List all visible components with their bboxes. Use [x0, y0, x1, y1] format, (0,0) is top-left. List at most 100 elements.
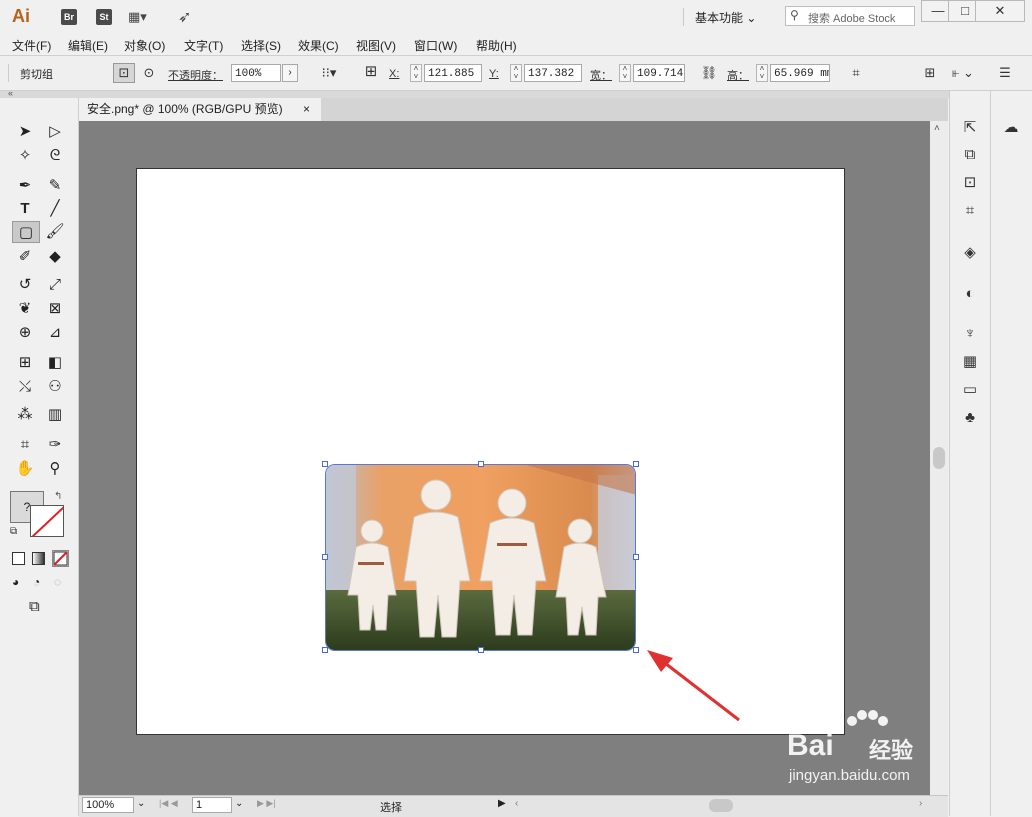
y-stepper[interactable]: ˄ ˅ [510, 64, 522, 82]
vertical-scroll-thumb[interactable] [933, 447, 945, 469]
magic-wand-icon[interactable]: ✧ [13, 145, 37, 167]
menu-type[interactable]: 文字(T) [184, 37, 223, 54]
ai-logo-icon[interactable]: Ai [12, 6, 30, 27]
vertical-scrollbar[interactable]: ˄ [930, 121, 948, 795]
document-tab[interactable]: 安全.png* @ 100% (RGB/GPU 预览) × [79, 98, 321, 121]
screen-mode-icon[interactable]: ⧉ [29, 598, 40, 615]
bbox-handle-mr[interactable] [633, 554, 639, 560]
gpu-performance-icon[interactable]: ➶ [178, 7, 191, 27]
direct-select-icon[interactable]: ▷ [43, 121, 67, 143]
isolate-icon[interactable]: ⊞ [920, 64, 940, 82]
x-stepper[interactable]: ˄ ˅ [410, 64, 422, 82]
zoom-field[interactable]: 100% [82, 797, 134, 813]
artboard-dropdown-icon[interactable]: ⌄ [235, 798, 243, 809]
artboard-icon[interactable]: ⌗ [13, 434, 37, 456]
scroll-left-icon[interactable]: ‹ [515, 798, 518, 809]
arrange-documents-icon[interactable]: ▦▾ [128, 9, 154, 25]
h-stepper[interactable]: ˄ ˅ [756, 64, 768, 82]
close-tab-icon[interactable]: × [303, 98, 310, 121]
bbox-handle-bl[interactable] [322, 647, 328, 653]
chevron-right-icon[interactable]: › [282, 64, 298, 82]
warp-icon[interactable]: ❦ [13, 298, 37, 320]
line-icon[interactable]: ╱ [43, 198, 67, 220]
menu-effect[interactable]: 效果(C) [298, 37, 339, 54]
transform-icon[interactable]: ⌗ [845, 64, 867, 82]
creative-cloud-libraries-icon[interactable]: ☁ [1001, 118, 1021, 138]
status-menu-icon[interactable]: ▶ [498, 798, 506, 809]
menu-object[interactable]: 对象(O) [124, 37, 165, 54]
free-transform-icon[interactable]: ⊠ [43, 298, 67, 320]
zoom-dropdown-icon[interactable]: ⌄ [137, 798, 145, 809]
bbox-handle-tc[interactable] [478, 461, 484, 467]
gradient-icon[interactable]: ◧ [43, 352, 67, 374]
bbox-handle-tr[interactable] [633, 461, 639, 467]
w-field[interactable]: 109.714 m [633, 64, 685, 82]
horizontal-scroll-thumb[interactable] [709, 799, 733, 812]
type-icon[interactable]: T [13, 198, 37, 220]
mesh-icon[interactable]: ⊞ [13, 352, 37, 374]
slice-icon[interactable]: ✑ [43, 434, 67, 456]
perspective-icon[interactable]: ⊿ [43, 322, 67, 344]
brush-icon[interactable]: 🖌 [43, 221, 67, 243]
opacity-field[interactable]: 100% [231, 64, 281, 82]
edit-contents-icon[interactable]: ⊙ [139, 64, 159, 82]
draw-normal-icon[interactable]: ◕ [12, 575, 19, 589]
rectangle-icon[interactable]: ▢ [12, 221, 40, 243]
stock-icon[interactable]: St [96, 9, 112, 25]
draw-inside-icon[interactable]: ◌ [54, 575, 61, 589]
asset-export-icon[interactable]: ⊡ [960, 173, 980, 193]
bbox-handle-tl[interactable] [322, 461, 328, 467]
eraser-icon[interactable]: ◆ [43, 246, 67, 268]
swatches-icon[interactable]: ▦ [960, 352, 980, 372]
shaper-icon[interactable]: ✐ [13, 246, 37, 268]
control-menu-icon[interactable]: ☰ [995, 64, 1015, 82]
bbox-handle-ml[interactable] [322, 554, 328, 560]
draw-behind-icon[interactable]: ◔ [33, 575, 40, 589]
graph-icon[interactable]: ▥ [43, 404, 67, 426]
edit-clipping-path-icon[interactable]: ⊡ [113, 63, 135, 83]
none-mode-icon[interactable] [52, 550, 69, 567]
x-field[interactable]: 121.885 m [424, 64, 482, 82]
reference-point-icon[interactable]: ⊞ [360, 63, 382, 81]
bridge-icon[interactable]: Br [61, 9, 77, 25]
shape-builder-icon[interactable]: ⊕ [13, 322, 37, 344]
hand-icon[interactable]: ✋ [13, 458, 37, 480]
clipped-image[interactable] [325, 464, 636, 651]
y-field[interactable]: 137.382 m [524, 64, 582, 82]
constrain-link-icon[interactable]: ⛓ [698, 64, 720, 82]
pen-icon[interactable]: ✒ [13, 175, 37, 197]
appearance-icon[interactable]: ◐ [960, 284, 980, 304]
menu-select[interactable]: 选择(S) [241, 37, 281, 54]
scroll-up-icon[interactable]: ˄ [934, 123, 940, 134]
menu-help[interactable]: 帮助(H) [476, 37, 517, 54]
gradient-mode-icon[interactable] [32, 552, 45, 565]
align-options-icon[interactable]: ⫦ ⌄ [946, 64, 980, 82]
menu-window[interactable]: 窗口(W) [414, 37, 457, 54]
workspace-switcher[interactable]: 基本功能 ⌄ [695, 9, 756, 26]
lasso-icon[interactable]: ᘓ [43, 145, 67, 167]
menu-file[interactable]: 文件(F) [12, 37, 51, 54]
symbol-sprayer-icon[interactable]: ⁂ [13, 404, 37, 426]
collapse-left-icon[interactable]: « [8, 88, 13, 98]
blend-icon[interactable]: ⚇ [43, 376, 67, 398]
align-dropdown-icon[interactable]: ⁝⁝▾ [316, 64, 342, 82]
h-field[interactable]: 65.969 mm [770, 64, 830, 82]
color-mode-icon[interactable] [12, 552, 25, 565]
transform-panel-icon[interactable]: ⌗ [960, 201, 980, 221]
scroll-right-icon[interactable]: › [919, 798, 922, 809]
close-window-button[interactable]: ✕ [975, 0, 1025, 22]
brushes-icon[interactable]: ♆ [960, 324, 980, 344]
swap-icon[interactable]: ↰ [54, 491, 62, 502]
arrow-select-icon[interactable]: ➤ [13, 121, 37, 143]
layers-icon[interactable]: ◈ [960, 243, 980, 263]
symbols-icon[interactable]: ♣ [960, 408, 980, 428]
bbox-handle-bc[interactable] [478, 647, 484, 653]
scale-icon[interactable]: ⤢ [43, 274, 67, 296]
w-stepper[interactable]: ˄ ˅ [619, 64, 631, 82]
artboards-icon[interactable]: ⧉ [960, 145, 980, 165]
rotate-icon[interactable]: ↺ [13, 274, 37, 296]
gradient-panel-icon[interactable]: ▭ [960, 380, 980, 400]
curvature-icon[interactable]: ✎ [43, 175, 67, 197]
eyedropper-icon[interactable]: ⤯ [13, 376, 37, 398]
first-artboard-icon[interactable]: |◀ ◀ [159, 798, 178, 809]
